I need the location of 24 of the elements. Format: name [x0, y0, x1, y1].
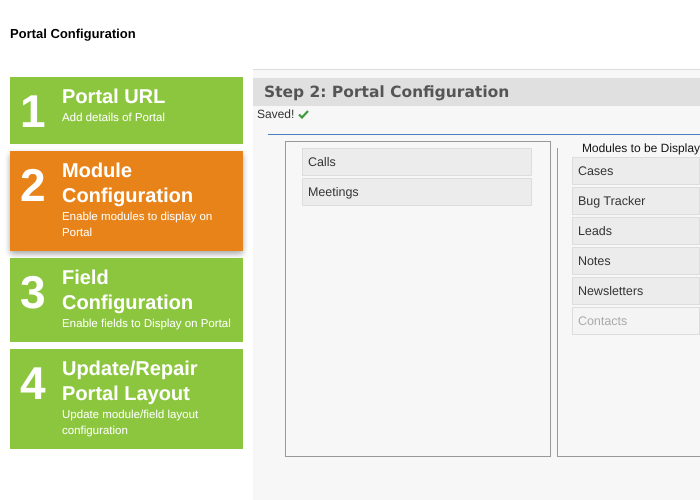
page-title: Portal Configuration — [9, 25, 137, 43]
step-title: Module Configuration — [62, 159, 194, 209]
step-number: 2 — [20, 162, 47, 208]
step-title: Update/Repair Portal Layout — [62, 357, 199, 407]
step-title: Field Configuration — [62, 266, 194, 316]
step-description: Add details of Portal — [62, 111, 166, 126]
module-item[interactable]: Cases — [572, 157, 700, 185]
step-number: 1 — [20, 88, 47, 134]
step-title: Portal URL — [62, 85, 166, 110]
step-description: Enable fields to Display on Portal — [62, 317, 232, 332]
step-description: Enable modules to display on Portal — [62, 210, 214, 241]
panel-title: Step 2: Portal Configuration — [252, 78, 700, 106]
status-text: Saved! — [256, 107, 294, 121]
module-item[interactable]: Notes — [572, 247, 700, 275]
list-legend: Modules to be Display — [580, 141, 700, 155]
step-number: 4 — [20, 360, 47, 406]
module-item[interactable]: Leads — [572, 217, 700, 245]
step-number: 3 — [20, 269, 47, 315]
step-description: Update module/field layout configuration — [62, 408, 200, 439]
module-item[interactable]: Meetings — [302, 178, 532, 206]
module-item[interactable]: Bug Tracker — [572, 187, 700, 215]
module-item[interactable]: Calls — [302, 148, 532, 176]
check-icon — [298, 110, 310, 118]
module-item[interactable]: Newsletters — [572, 277, 700, 305]
